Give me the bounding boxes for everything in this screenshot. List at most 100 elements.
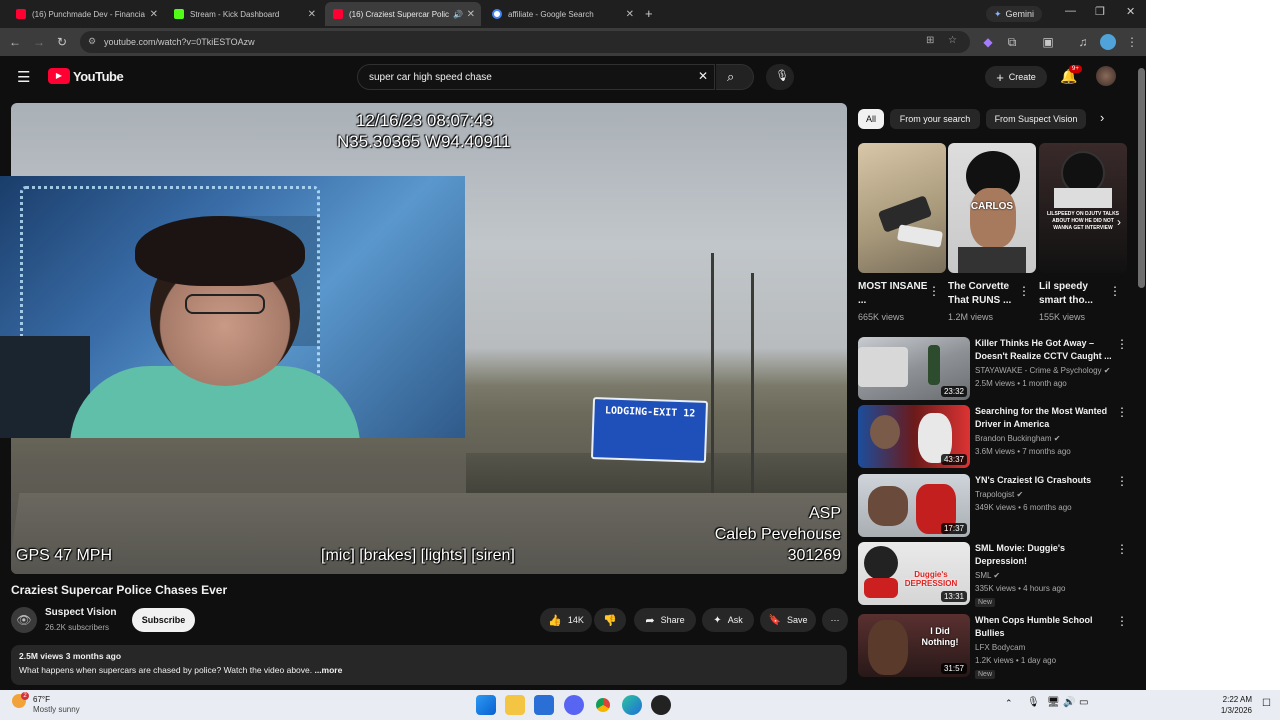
extensions-puzzle-icon[interactable]: ⧉ <box>1004 34 1020 50</box>
tray-volume-icon[interactable]: 🔊 <box>1063 697 1075 708</box>
new-tab-icon[interactable]: + <box>645 6 653 21</box>
site-info-icon[interactable]: ⚙ <box>88 36 96 47</box>
recommendation-item[interactable]: 17:37 YN's Craziest IG Crashouts Trapolo… <box>858 474 1138 538</box>
browser-tab-active[interactable]: (16) Craziest Supercar Polic 🔊 ✕ <box>325 2 481 26</box>
short-title[interactable]: Lil speedy smart tho... <box>1039 280 1117 308</box>
recommendation-thumbnail[interactable]: I Did Nothing! 31:57 <box>858 614 970 677</box>
ask-button[interactable]: ✦ Ask <box>702 608 754 632</box>
recommendation-channel[interactable]: Trapologist ✔ <box>975 490 1023 499</box>
recommendation-thumbnail[interactable]: 17:37 <box>858 474 970 537</box>
browser-tab[interactable]: (16) Punchmade Dev - Financia ✕ <box>8 2 164 26</box>
media-control-icon[interactable]: ♫ <box>1075 34 1091 50</box>
edge-icon[interactable] <box>622 695 642 715</box>
recommendation-channel[interactable]: Brandon Buckingham ✔ <box>975 434 1060 443</box>
store-icon[interactable] <box>534 695 554 715</box>
recommendation-title[interactable]: YN's Craziest IG Crashouts <box>975 474 1115 487</box>
short-thumbnail[interactable]: LILSPEEDY ON DJUTV TALKS ABOUT HOW HE DI… <box>1039 143 1127 273</box>
recommendation-item[interactable]: Duggie's DEPRESSION 13:31 SML Movie: Dug… <box>858 542 1138 607</box>
recommendation-title[interactable]: SML Movie: Duggie's Depression! <box>975 542 1115 568</box>
recommendation-title[interactable]: Killer Thinks He Got Away – Doesn't Real… <box>975 337 1115 363</box>
tray-mic-icon[interactable]: 🎙 <box>1027 697 1040 708</box>
recommendation-more-icon[interactable]: ⋮ <box>1116 542 1128 556</box>
hamburger-menu-icon[interactable]: ☰ <box>17 68 30 86</box>
recommendation-item[interactable]: I Did Nothing! 31:57 When Cops Humble Sc… <box>858 614 1138 679</box>
recommendation-item[interactable]: 43:37 Searching for the Most Wanted Driv… <box>858 405 1138 469</box>
more-actions-button[interactable]: ⋯ <box>822 608 848 632</box>
extension-copilot-icon[interactable]: ◆ <box>980 34 996 50</box>
recommendation-more-icon[interactable]: ⋮ <box>1116 474 1128 488</box>
save-button[interactable]: 🔖 Save <box>760 608 816 632</box>
clear-search-icon[interactable]: ✕ <box>698 69 708 83</box>
chip-from-channel[interactable]: From Suspect Vision <box>986 109 1086 129</box>
like-button[interactable]: 👍 14K <box>540 608 592 632</box>
recommendation-more-icon[interactable]: ⋮ <box>1116 337 1128 351</box>
youtube-logo[interactable]: ▶ YouTube <box>48 68 124 84</box>
browser-tab[interactable]: affiliate - Google Search ✕ <box>484 2 640 26</box>
tray-overflow-icon[interactable]: ⌃ <box>1005 698 1013 709</box>
back-icon[interactable]: ← <box>7 34 23 50</box>
recommendation-title[interactable]: When Cops Humble School Bullies <box>975 614 1115 640</box>
short-title[interactable]: MOST INSANE ... <box>858 280 936 308</box>
close-tab-icon[interactable]: ✕ <box>626 9 634 20</box>
weather-temp[interactable]: 67°F <box>33 695 50 704</box>
recommendation-channel[interactable]: STAYAWAKE - Crime & Psychology ✔ <box>975 366 1110 375</box>
close-tab-icon[interactable]: ✕ <box>150 9 158 20</box>
description-more-link[interactable]: ...more <box>312 665 342 675</box>
short-more-icon[interactable]: ⋮ <box>928 284 940 298</box>
search-input[interactable]: super car high speed chase ✕ <box>357 64 715 90</box>
recommendation-thumbnail[interactable]: Duggie's DEPRESSION 13:31 <box>858 542 970 605</box>
recommendation-more-icon[interactable]: ⋮ <box>1116 405 1128 419</box>
recommendation-thumbnail[interactable]: 43:37 <box>858 405 970 468</box>
install-icon[interactable]: ⊞ <box>926 35 934 46</box>
recommendation-item[interactable]: 23:32 Killer Thinks He Got Away – Doesn'… <box>858 337 1138 401</box>
discord-icon[interactable] <box>564 695 584 715</box>
channel-avatar[interactable]: 👁 <box>11 607 37 633</box>
reload-icon[interactable]: ↻ <box>54 34 70 50</box>
recommendation-channel[interactable]: SML ✔ <box>975 571 1000 580</box>
tray-battery-icon[interactable]: ▭ <box>1079 697 1088 708</box>
dislike-button[interactable]: 👎 <box>594 608 626 632</box>
obs-icon[interactable] <box>651 695 671 715</box>
notification-center-icon[interactable]: ☐ <box>1262 698 1271 709</box>
short-more-icon[interactable]: ⋮ <box>1109 284 1121 298</box>
short-more-icon[interactable]: ⋮ <box>1018 284 1030 298</box>
recommendation-thumbnail[interactable]: 23:32 <box>858 337 970 400</box>
minimize-icon[interactable]: — <box>1065 5 1076 17</box>
taskbar-clock[interactable]: 2:22 AM 1/3/2026 <box>1221 694 1252 716</box>
scrollbar-thumb[interactable] <box>1138 68 1145 288</box>
search-button[interactable]: ⌕ <box>716 64 754 90</box>
chip-all[interactable]: All <box>858 109 884 129</box>
close-window-icon[interactable]: ✕ <box>1126 5 1135 18</box>
forward-icon[interactable]: → <box>31 34 47 50</box>
description-box[interactable]: 2.5M views 3 months ago What happens whe… <box>11 645 847 685</box>
gemini-button[interactable]: ✦ Gemini <box>986 6 1043 22</box>
close-tab-icon[interactable]: ✕ <box>308 9 316 20</box>
chips-next-icon[interactable]: › <box>1100 110 1104 125</box>
profile-avatar[interactable] <box>1100 34 1116 50</box>
chrome-menu-icon[interactable]: ⋮ <box>1124 34 1140 50</box>
page-scrollbar[interactable] <box>1137 60 1146 688</box>
create-button[interactable]: + Create <box>985 66 1047 88</box>
speaker-icon[interactable]: 🔊 <box>453 10 463 19</box>
address-bar[interactable]: ⚙ youtube.com/watch?v=0TkiESTOAzw ⊞ ☆ <box>80 31 970 53</box>
chip-from-your-search[interactable]: From your search <box>890 109 980 129</box>
recommendation-more-icon[interactable]: ⋮ <box>1116 614 1128 628</box>
chrome-icon[interactable] <box>593 695 613 715</box>
short-thumbnail[interactable]: CARLOS <box>948 143 1036 273</box>
short-title[interactable]: The Corvette That RUNS ... <box>948 280 1026 308</box>
share-button[interactable]: ➦ Share <box>634 608 696 632</box>
restore-icon[interactable]: ❐ <box>1095 5 1105 18</box>
channel-name[interactable]: Suspect Vision <box>45 607 117 618</box>
tray-network-icon[interactable]: 🖥 <box>1047 697 1060 708</box>
bookmark-star-icon[interactable]: ☆ <box>948 35 957 46</box>
start-windows-icon[interactable] <box>476 695 496 715</box>
close-tab-icon[interactable]: ✕ <box>467 9 475 20</box>
shorts-next-icon[interactable]: › <box>1117 215 1121 229</box>
tab-search-icon[interactable]: ▣ <box>1040 34 1056 50</box>
voice-search-button[interactable]: 🎙 <box>766 64 794 90</box>
short-thumbnail[interactable] <box>858 143 946 273</box>
recommendation-channel[interactable]: LFX Bodycam <box>975 643 1025 652</box>
browser-tab[interactable]: Stream - Kick Dashboard ✕ <box>166 2 322 26</box>
file-explorer-icon[interactable] <box>505 695 525 715</box>
recommendation-title[interactable]: Searching for the Most Wanted Driver in … <box>975 405 1115 431</box>
